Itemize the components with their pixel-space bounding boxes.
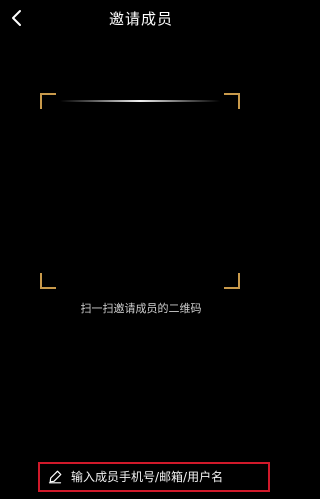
invite-member-screen: 邀请成员 扫一扫邀请成员的二维码 输入成员手机号/邮箱/用户名 (0, 0, 282, 499)
scanner-corner-bottom-left (40, 273, 56, 289)
page-title: 邀请成员 (108, 10, 173, 28)
scan-line (60, 100, 220, 102)
manual-input-label: 输入成员手机号/邮箱/用户名 (71, 470, 224, 484)
manual-input-entry-button[interactable]: 输入成员手机号/邮箱/用户名 (38, 462, 270, 492)
scanner-corner-top-left (40, 93, 56, 109)
edit-icon (48, 470, 62, 484)
scanner-corner-top-right (224, 93, 240, 109)
scanner-corner-bottom-right (224, 273, 240, 289)
qr-scanner-frame (40, 93, 240, 289)
scan-hint-text: 扫一扫邀请成员的二维码 (80, 302, 202, 315)
